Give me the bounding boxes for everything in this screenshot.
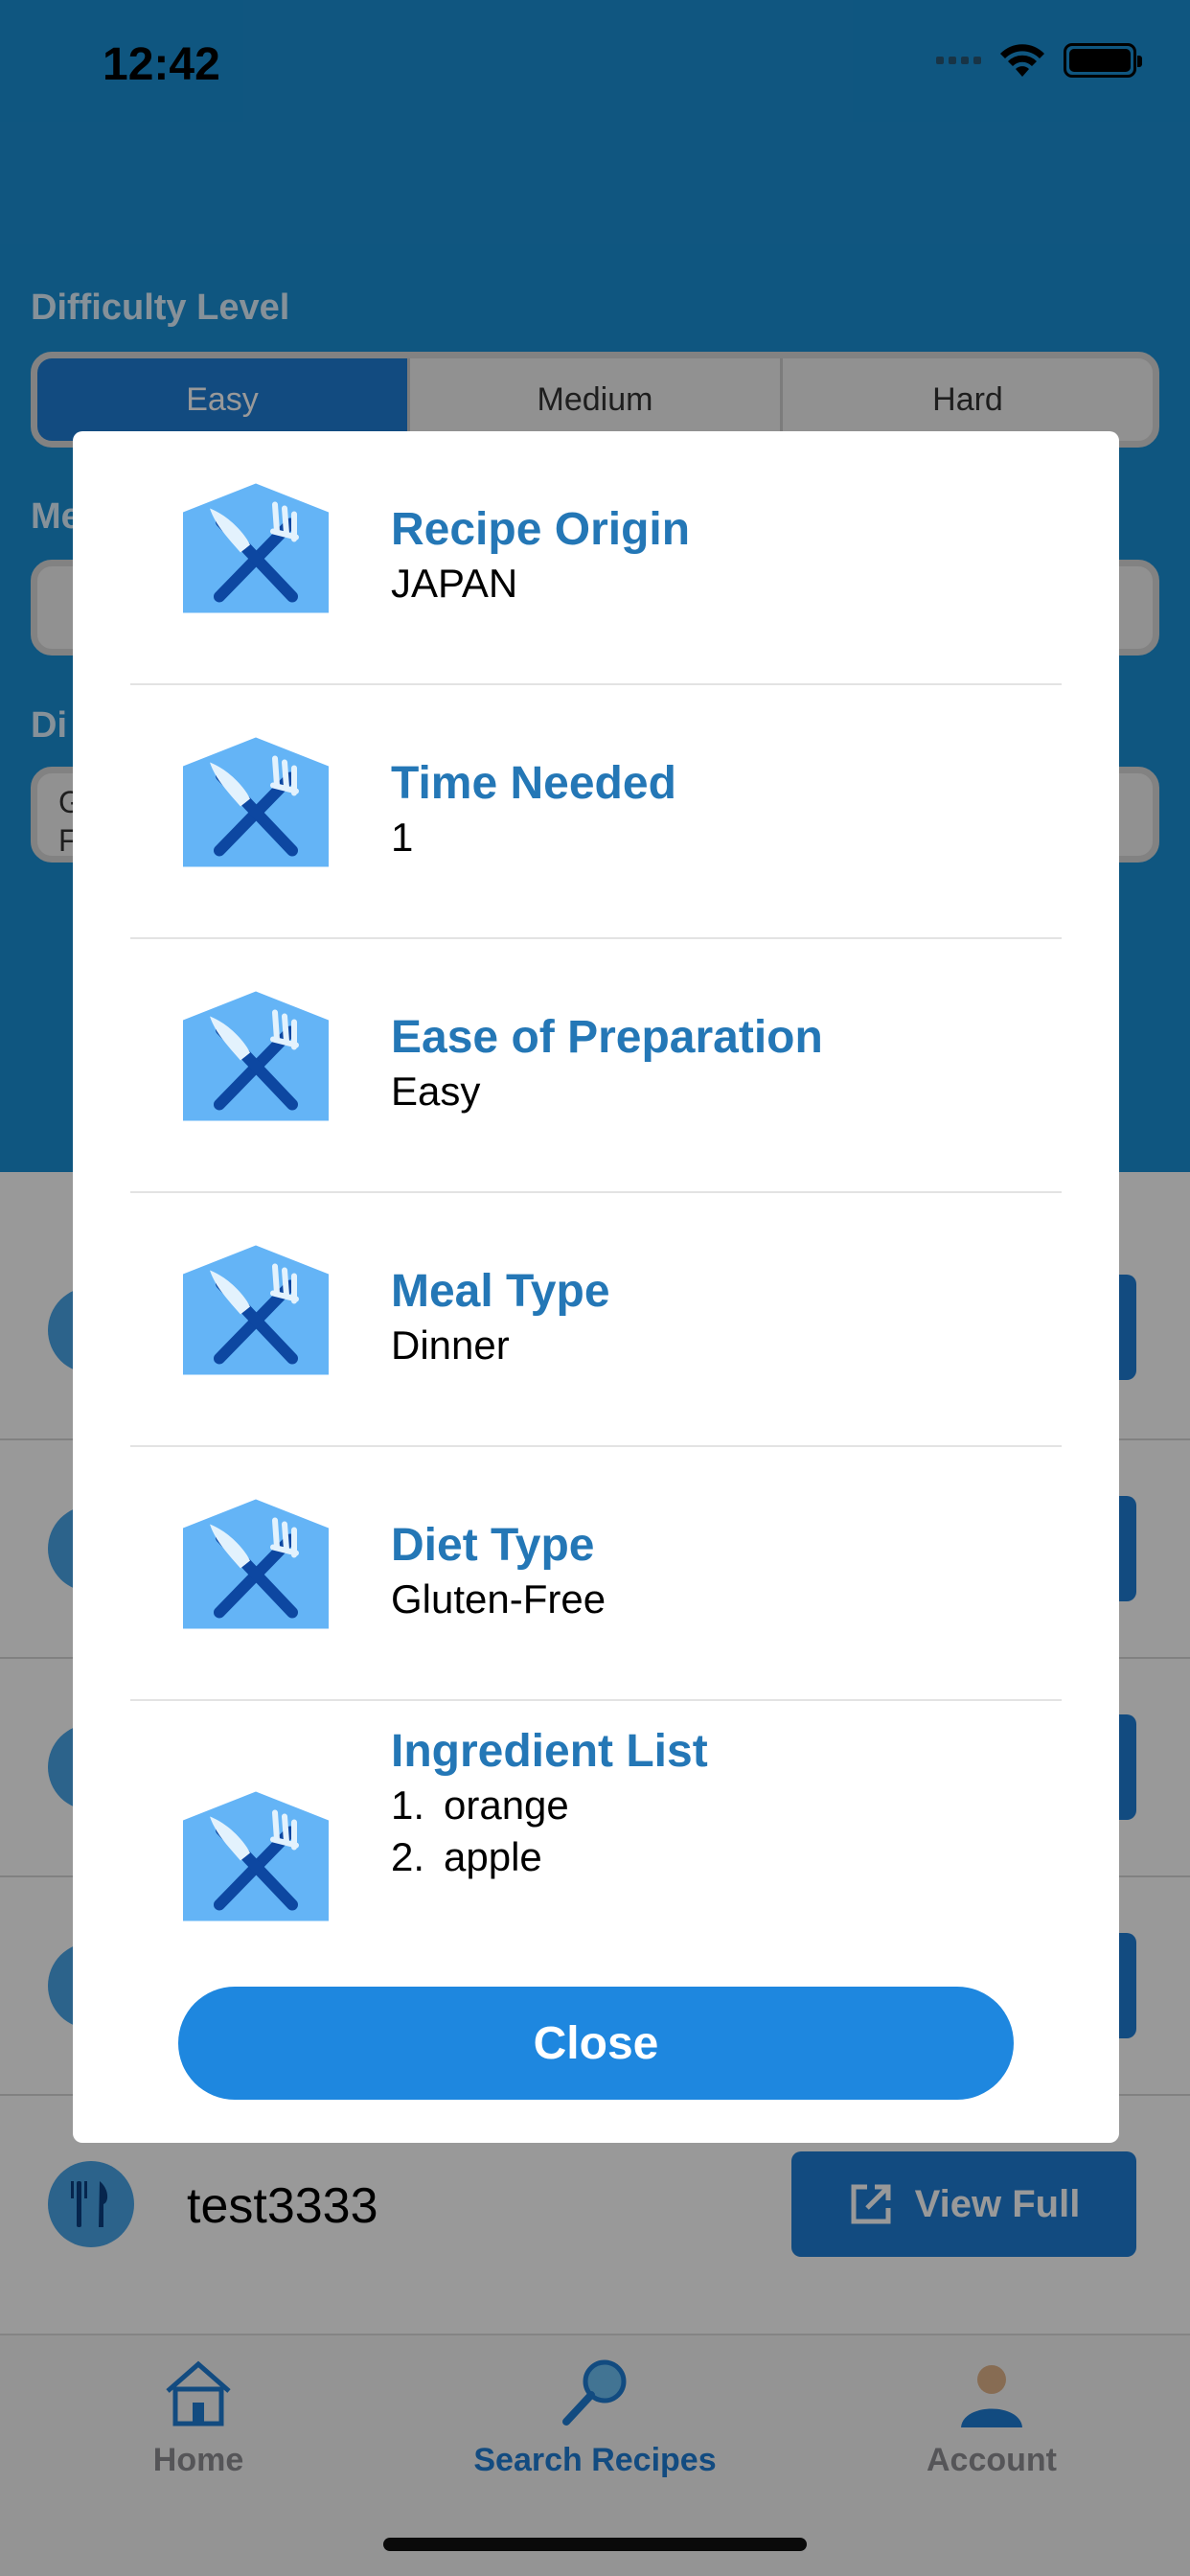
detail-title: Ease of Preparation [391, 1012, 823, 1063]
fork-knife-house-icon [183, 991, 329, 1121]
detail-value: Dinner [391, 1322, 510, 1368]
detail-row-diet-type: Diet Type Gluten-Free [130, 1447, 1062, 1701]
detail-row-recipe-origin: Recipe Origin JAPAN [130, 431, 1062, 685]
ingredient-list: 1. orange 2. apple [391, 1780, 708, 1883]
detail-value: Gluten-Free [391, 1576, 606, 1622]
detail-row-time-needed: Time Needed 1 [130, 685, 1062, 939]
fork-knife-house-icon [183, 1245, 329, 1375]
detail-value: JAPAN [391, 561, 518, 606]
ingredient-item: 1. orange [391, 1782, 569, 1828]
detail-row-ease-of-preparation: Ease of Preparation Easy [130, 939, 1062, 1193]
fork-knife-house-icon [183, 483, 329, 613]
detail-title: Time Needed [391, 758, 676, 809]
detail-row-ingredient-list: Ingredient List 1. orange 2. apple [130, 1701, 1062, 1968]
fork-knife-house-icon [183, 1499, 329, 1629]
recipe-details-modal: Recipe Origin JAPAN Time Needed 1 Ease o… [73, 431, 1119, 2143]
fork-knife-house-icon [183, 737, 329, 867]
detail-title: Ingredient List [391, 1726, 708, 1777]
fork-knife-house-icon [183, 1791, 329, 1921]
detail-value: 1 [391, 815, 414, 860]
detail-row-meal-type: Meal Type Dinner [130, 1193, 1062, 1447]
detail-title: Diet Type [391, 1520, 595, 1571]
recipe-details-list[interactable]: Recipe Origin JAPAN Time Needed 1 Ease o… [130, 431, 1062, 1968]
detail-title: Recipe Origin [391, 504, 691, 555]
detail-value: Easy [391, 1069, 481, 1114]
detail-title: Meal Type [391, 1266, 610, 1317]
close-button[interactable]: Close [178, 1987, 1014, 2100]
ingredient-item: 2. apple [391, 1834, 542, 1879]
